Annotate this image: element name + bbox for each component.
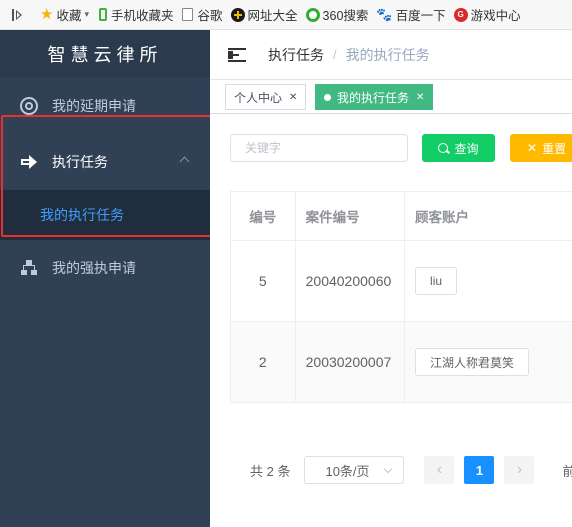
cell-account: 江湖人称君莫笑 [405,322,572,402]
breadcrumb-item[interactable]: 执行任务 [268,45,324,65]
sidebar-subitem-my-execution-tasks[interactable]: 我的执行任务 [0,190,210,240]
plus-circle-icon [230,7,245,22]
sidebar-item-execution-tasks[interactable]: 执行任务 [0,134,210,190]
cell-id: 2 [231,322,296,402]
bookmark-favorites[interactable]: ★ 收藏 ▾ [40,5,89,24]
table-header-row: 编号 案件编号 顾客账户 [231,192,572,241]
sidebar-item-label: 我的延期申请 [52,98,136,114]
cell-case-no: 20040200060 [296,241,406,321]
total-count: 共 2 条 [250,463,291,479]
bookmark-url-directory[interactable]: 网址大全 [230,5,298,24]
table-row[interactable]: 5 20040200060 liu [231,241,572,322]
table-row[interactable]: 2 20030200007 江湖人称君莫笑 [231,322,572,402]
sidebar-item-enforcement-requests[interactable]: 我的强执申请 [0,240,210,296]
sidebar-item-label: 我的强执申请 [52,260,136,276]
chevron-up-icon [179,156,190,167]
star-icon: ★ [40,5,54,23]
breadcrumb-separator: / [333,47,337,62]
hamburger-icon[interactable] [228,47,246,62]
keyword-search-input[interactable]: 关键字 [230,134,408,162]
sitemap-icon [20,259,38,277]
tab-my-execution-tasks[interactable]: 我的执行任务 ✕ [315,84,434,110]
sidebar: 智慧云律所 我的延期申请 执行任务 我的执行任务 我的强执申请 [0,30,210,527]
query-button[interactable]: 查询 [422,134,495,162]
close-icon[interactable]: ✕ [416,92,424,103]
target-icon [20,97,38,115]
next-page-button[interactable]: › [504,456,535,484]
tasks-table: 编号 案件编号 顾客账户 5 20040200060 liu 2 2003020… [230,191,572,403]
prev-page-button[interactable]: ‹ [424,456,455,484]
account-button[interactable]: liu [415,267,458,295]
page-size-select[interactable]: 10条/页 [304,456,405,484]
active-dot-icon [324,93,331,101]
brand-title: 智慧云律所 [0,30,210,78]
column-header-case-no[interactable]: 案件编号 [295,192,406,240]
tags-view: 个人中心 ✕ 我的执行任务 ✕ [210,80,572,114]
document-icon [181,8,193,21]
cell-case-no: 20030200007 [296,322,406,402]
top-navbar: 执行任务 / 我的执行任务 [210,30,572,80]
cell-account: liu [405,241,572,321]
goto-page-label: 前 [562,463,572,479]
search-icon [438,143,449,153]
breadcrumb-current: 我的执行任务 [345,46,430,63]
column-header-account[interactable]: 顾客账户 [405,192,572,240]
arrow-right-icon [20,153,38,171]
page-number-current[interactable]: 1 [464,456,495,484]
paw-icon: 🐾 [376,6,393,22]
bookmark-mobile-favorites[interactable]: 手机收藏夹 [97,5,174,24]
reset-button[interactable]: ✕ 重置 [510,134,572,162]
bookmark-360-search[interactable]: 360搜索 [305,5,368,24]
sidebar-subitem-label: 我的执行任务 [40,207,124,223]
phone-icon [99,8,107,21]
account-button[interactable]: 江湖人称君莫笑 [415,348,530,376]
bookmark-baidu[interactable]: 🐾 百度一下 [376,5,445,24]
cell-id: 5 [231,241,296,321]
game-icon: G [453,7,468,22]
pagination: 共 2 条 10条/页 ‹ 1 › 前 [250,456,572,484]
sidebar-toggle-icon[interactable] [10,8,24,22]
tab-personal-center[interactable]: 个人中心 ✕ [225,84,307,110]
close-icon: ✕ [527,141,538,155]
bookmark-google[interactable]: 谷歌 [181,5,223,24]
main-content: 关键字 查询 ✕ 重置 编号 案件编号 顾客账户 5 20040200060 l… [210,114,572,527]
chevron-down-icon: ▾ [84,9,89,19]
bookmarks-bar: ★ 收藏 ▾ 手机收藏夹 谷歌 网址大全 360搜索 🐾 百度一下 G 游戏中心 [0,0,572,30]
chevron-down-icon [384,464,393,474]
360-icon [305,7,320,22]
column-header-id[interactable]: 编号 [231,192,296,240]
bookmark-game-center[interactable]: G 游戏中心 [453,5,521,24]
close-icon[interactable]: ✕ [289,92,297,103]
sidebar-item-label: 执行任务 [52,154,108,170]
sidebar-item-extension-requests[interactable]: 我的延期申请 [0,78,210,134]
